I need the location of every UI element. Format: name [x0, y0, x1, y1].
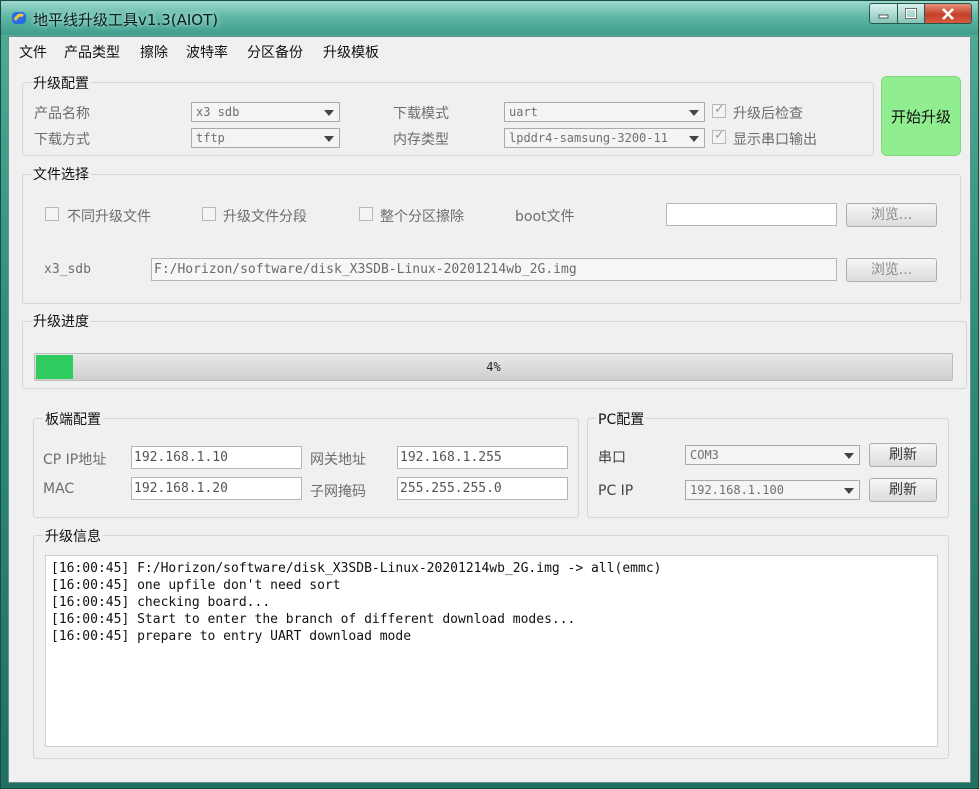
app-logo-icon	[12, 12, 26, 24]
refresh-serial-button[interactable]: 刷新	[869, 443, 937, 467]
menu-partition-backup[interactable]: 分区备份	[247, 42, 303, 62]
title-bar[interactable]: 地平线升级工具v1.3(AIOT)	[1, 1, 978, 35]
serial-port-select[interactable]: COM3	[685, 445, 860, 465]
log-line: [16:00:45] one upfile don't need sort	[51, 578, 341, 593]
menu-product-type[interactable]: 产品类型	[64, 42, 120, 62]
upgrade-log[interactable]: [16:00:45] F:/Horizon/software/disk_X3SD…	[45, 555, 938, 747]
product-name-label: 产品名称	[34, 106, 90, 122]
file-segments-label: 升级文件分段	[223, 209, 307, 225]
mac-label: MAC	[43, 481, 75, 497]
start-upgrade-button[interactable]: 开始升级	[881, 76, 961, 156]
board-config-title: 板端配置	[43, 409, 103, 429]
minimize-button[interactable]	[869, 3, 898, 24]
menu-baud-rate[interactable]: 波特率	[186, 42, 228, 62]
gateway-input[interactable]: 192.168.1.255	[397, 446, 568, 469]
check-after-upgrade-label: 升级后检查	[733, 106, 803, 122]
file-select-group	[22, 174, 961, 304]
download-method-label: 下载方式	[34, 132, 90, 148]
cp-ip-label: CP IP地址	[43, 452, 107, 468]
serial-port-label: 串口	[598, 450, 626, 466]
menu-bar: 文件 产品类型 擦除 波特率 分区备份 升级模板	[9, 37, 970, 65]
browse-boot-button[interactable]: 浏览...	[846, 203, 937, 227]
file-segments-checkbox[interactable]	[202, 207, 216, 221]
mac-input[interactable]: 192.168.1.20	[131, 477, 302, 500]
check-after-upgrade-checkbox[interactable]	[712, 102, 726, 118]
window-title: 地平线升级工具v1.3(AIOT)	[33, 11, 219, 29]
log-line: [16:00:45] F:/Horizon/software/disk_X3SD…	[51, 561, 662, 576]
download-method-select[interactable]: tftp	[191, 128, 340, 148]
close-button[interactable]	[925, 3, 972, 24]
menu-erase[interactable]: 擦除	[140, 42, 168, 62]
boot-file-input[interactable]	[666, 203, 837, 226]
show-serial-output-label: 显示串口输出	[733, 132, 817, 148]
gateway-label: 网关地址	[310, 452, 366, 468]
full-erase-checkbox[interactable]	[359, 207, 373, 221]
browse-image-button[interactable]: 浏览...	[846, 258, 937, 282]
chevron-down-icon	[844, 453, 854, 459]
memory-type-label: 内存类型	[393, 132, 449, 148]
product-name-select[interactable]: x3 sdb	[191, 102, 340, 122]
chevron-down-icon	[689, 136, 699, 142]
different-files-label: 不同升级文件	[67, 209, 151, 225]
close-icon	[942, 7, 954, 20]
image-label: x3_sdb	[44, 262, 91, 277]
pc-config-title: PC配置	[596, 409, 647, 429]
download-mode-label: 下载模式	[393, 106, 449, 122]
cp-ip-input[interactable]: 192.168.1.10	[131, 446, 302, 469]
full-erase-label: 整个分区擦除	[380, 209, 464, 225]
window-controls	[869, 3, 972, 25]
log-line: [16:00:45] checking board...	[51, 595, 271, 610]
download-mode-select[interactable]: uart	[504, 102, 705, 122]
maximize-button[interactable]	[898, 3, 925, 24]
log-line: [16:00:45] Start to enter the branch of …	[51, 612, 576, 627]
file-select-title: 文件选择	[31, 164, 91, 184]
chevron-down-icon	[324, 110, 334, 116]
boot-file-label: boot文件	[515, 209, 575, 225]
app-window: 地平线升级工具v1.3(AIOT) 文件 产品类型 擦除 波特率 分区备份 升级…	[0, 0, 979, 789]
show-serial-output-checkbox[interactable]	[712, 128, 726, 144]
progress-title: 升级进度	[31, 311, 91, 331]
chevron-down-icon	[324, 136, 334, 142]
pc-ip-select[interactable]: 192.168.1.100	[685, 480, 860, 500]
minimize-icon	[878, 14, 888, 18]
upgrade-progress-bar: 4%	[34, 353, 953, 381]
pc-config-group	[587, 418, 949, 518]
client-area: 文件 产品类型 擦除 波特率 分区备份 升级模板 升级配置 产品名称 x3 sd…	[8, 36, 971, 783]
log-line: [16:00:45] prepare to entry UART downloa…	[51, 629, 412, 644]
pc-ip-label: PC IP	[598, 483, 634, 499]
memory-type-select[interactable]: lpddr4-samsung-3200-11	[504, 128, 705, 148]
menu-file[interactable]: 文件	[19, 42, 47, 62]
different-files-checkbox[interactable]	[45, 207, 59, 221]
progress-percent: 4%	[486, 360, 501, 374]
maximize-icon	[905, 7, 917, 19]
chevron-down-icon	[844, 488, 854, 494]
image-path-input[interactable]: F:/Horizon/software/disk_X3SDB-Linux-202…	[151, 258, 837, 281]
subnet-label: 子网掩码	[310, 484, 366, 500]
refresh-pc-ip-button[interactable]: 刷新	[869, 478, 937, 502]
menu-upgrade-template[interactable]: 升级模板	[323, 42, 379, 62]
upgrade-config-title: 升级配置	[31, 73, 91, 93]
chevron-down-icon	[689, 110, 699, 116]
subnet-input[interactable]: 255.255.255.0	[397, 477, 568, 500]
upgrade-info-title: 升级信息	[43, 526, 103, 546]
